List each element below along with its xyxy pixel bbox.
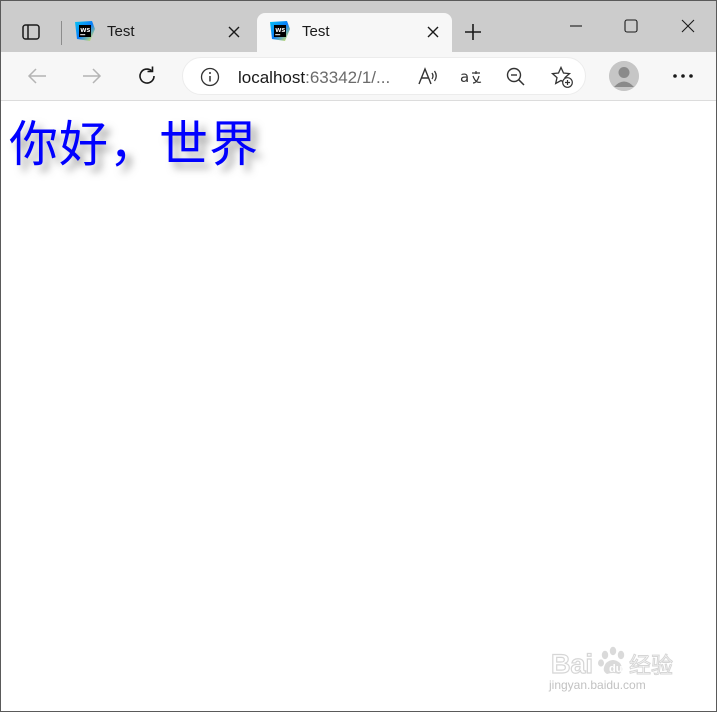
minimize-button[interactable] — [556, 7, 596, 45]
arrow-left-icon — [27, 68, 46, 84]
translate-button[interactable]: a — [460, 65, 484, 89]
webstorm-icon: WS — [270, 21, 290, 41]
tab-title: Test — [107, 23, 135, 40]
svg-text:a: a — [460, 68, 469, 86]
tab-separator — [61, 21, 62, 45]
zoom-out-icon — [506, 67, 525, 86]
zoom-button[interactable] — [504, 65, 528, 89]
page-content: 你好，世界 — [1, 101, 716, 711]
svg-text:Bai: Bai — [551, 649, 593, 679]
more-icon — [673, 74, 693, 78]
translate-icon: a — [460, 68, 482, 86]
address-url[interactable]: localhost:63342/1/... — [238, 68, 390, 88]
tab-close-button[interactable] — [422, 21, 444, 43]
url-path: :63342/1/... — [305, 68, 391, 87]
tab-inactive[interactable]: WS Test — [63, 13, 253, 52]
maximize-icon — [624, 19, 638, 33]
page-heading: 你好，世界 — [9, 116, 260, 173]
address-bar[interactable]: localhost:63342/1/... a — [182, 57, 586, 95]
url-host: localhost — [238, 68, 306, 87]
refresh-button[interactable] — [131, 60, 163, 92]
svg-text:du: du — [609, 663, 622, 675]
browser-window: WS Test WS Test localhost:63342/1/... a … — [0, 0, 717, 712]
maximize-button[interactable] — [611, 7, 651, 45]
close-window-button[interactable] — [668, 7, 708, 45]
watermark-url: jingyan.baidu.com — [549, 678, 646, 692]
new-tab-button[interactable] — [459, 18, 487, 46]
read-aloud-button[interactable] — [416, 65, 440, 89]
close-icon — [681, 19, 695, 33]
arrow-right-icon — [83, 68, 102, 84]
close-icon — [228, 26, 240, 38]
svg-text:WS: WS — [80, 28, 90, 34]
tab-close-button[interactable] — [223, 21, 245, 43]
add-favorite-button[interactable] — [550, 65, 574, 89]
browser-toolbar: localhost:63342/1/... a — [1, 52, 716, 101]
webstorm-icon: WS — [75, 21, 95, 41]
site-info-button[interactable] — [198, 65, 222, 89]
minimize-icon — [570, 25, 582, 27]
add-favorite-icon — [550, 65, 573, 88]
plus-icon — [465, 24, 481, 40]
info-icon — [200, 67, 220, 87]
tab-strip: WS Test WS Test — [1, 1, 716, 52]
close-icon — [427, 26, 439, 38]
tab-actions-icon — [22, 24, 40, 40]
tab-active[interactable]: WS Test — [257, 13, 452, 52]
tab-title: Test — [302, 23, 330, 40]
profile-icon — [609, 61, 639, 91]
profile-button[interactable] — [609, 61, 639, 91]
back-button[interactable] — [21, 60, 53, 92]
tab-actions-button[interactable] — [13, 14, 49, 50]
svg-text:WS: WS — [275, 28, 285, 34]
svg-text:经验: 经验 — [629, 654, 673, 679]
forward-button[interactable] — [76, 60, 108, 92]
read-aloud-icon — [418, 67, 437, 85]
refresh-icon — [139, 66, 155, 84]
more-menu-button[interactable] — [667, 60, 699, 92]
